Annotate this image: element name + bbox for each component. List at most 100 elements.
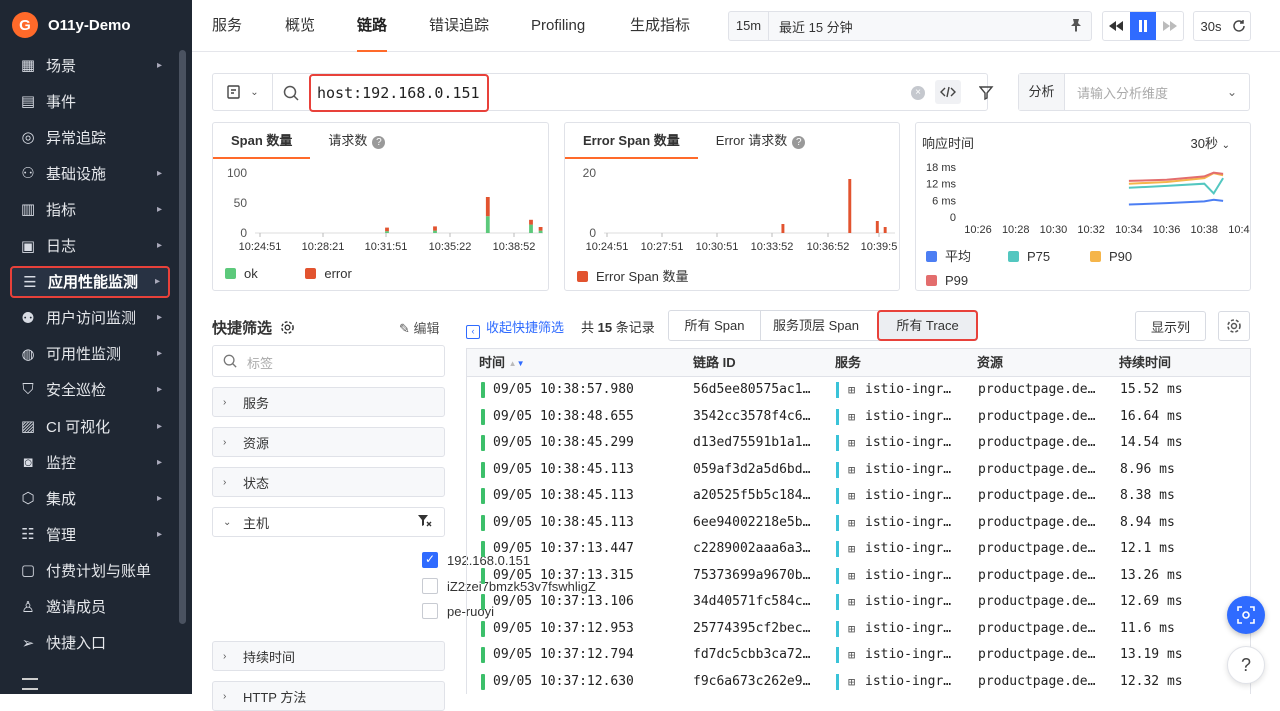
- cell-resource[interactable]: productpage.de…: [978, 377, 1114, 403]
- tab-error-request-count[interactable]: Error 请求数?: [698, 123, 824, 159]
- time-range-quick[interactable]: 15m: [729, 12, 769, 40]
- cell-resource[interactable]: productpage.de…: [978, 669, 1114, 695]
- cell-trace-id[interactable]: fd7dc5cbb3ca72…: [693, 642, 831, 668]
- cell-trace-id[interactable]: 6ee94002218e5b…: [693, 510, 831, 536]
- bar-ok[interactable]: [485, 216, 490, 233]
- refresh-icon[interactable]: [1228, 12, 1250, 40]
- analysis-dimension[interactable]: 分析 请输入分析维度 ⌄: [1018, 73, 1250, 111]
- cell-service[interactable]: istio-ingr…: [865, 642, 973, 668]
- bar-error[interactable]: [433, 226, 437, 231]
- cell-resource[interactable]: productpage.de…: [978, 563, 1114, 589]
- tab-4[interactable]: Profiling: [531, 0, 585, 52]
- bar-ok[interactable]: [433, 230, 437, 233]
- cell-service[interactable]: istio-ingr…: [865, 536, 973, 562]
- rewind-icon[interactable]: [1103, 12, 1130, 40]
- tab-request-count[interactable]: 请求数?: [310, 123, 403, 159]
- legend-ok[interactable]: ok: [244, 266, 258, 281]
- cell-trace-id[interactable]: 34d40571fc584c…: [693, 589, 831, 615]
- table-row[interactable]: 09/05 10:38:45.113 059af3d2a5d6bd… ⊞ istio-…: [467, 457, 1250, 484]
- cell-service[interactable]: istio-ingr…: [865, 404, 973, 430]
- table-row[interactable]: 09/05 10:37:12.953 25774395cf2bec… ⊞ istio-…: [467, 616, 1250, 643]
- cell-resource[interactable]: productpage.de…: [978, 430, 1114, 456]
- cell-resource[interactable]: productpage.de…: [978, 510, 1114, 536]
- table-row[interactable]: 09/05 10:38:48.655 3542cc3578f4c6… ⊞ istio-…: [467, 404, 1250, 431]
- sidebar-item-8[interactable]: ◍ 可用性监测 ▸: [10, 338, 170, 370]
- bar-error[interactable]: [385, 227, 389, 232]
- filter-group-3[interactable]: ⌄ 主机: [212, 507, 445, 537]
- view-service-top-span[interactable]: 服务顶层 Span: [761, 311, 871, 340]
- sidebar-item-10[interactable]: ▨ CI 可视化 ▸: [10, 410, 170, 442]
- help-icon[interactable]: ?: [792, 136, 806, 149]
- cell-service[interactable]: istio-ingr…: [865, 483, 973, 509]
- filter-group-more-1[interactable]: › HTTP 方法: [212, 681, 445, 711]
- cell-service[interactable]: istio-ingr…: [865, 616, 973, 642]
- sidebar-item-6[interactable]: ☰ 应用性能监测 ▸: [10, 265, 170, 298]
- sidebar-item-16[interactable]: ➢ 快捷入口: [10, 627, 170, 659]
- filter-group-2[interactable]: › 状态: [212, 467, 445, 497]
- cell-service[interactable]: istio-ingr…: [865, 669, 973, 695]
- cell-trace-id[interactable]: f9c6a673c262e9…: [693, 669, 831, 695]
- screenshot-fab[interactable]: [1227, 596, 1265, 634]
- sidebar-item-14[interactable]: ▢ 付费计划与账单: [10, 554, 170, 586]
- cell-service[interactable]: istio-ingr…: [865, 589, 973, 615]
- interval-select[interactable]: 30秒 ⌄: [1191, 133, 1230, 152]
- column-duration[interactable]: 持续时间: [1119, 349, 1171, 377]
- cell-service[interactable]: istio-ingr…: [865, 457, 973, 483]
- tab-1[interactable]: 概览: [285, 0, 315, 52]
- column-time[interactable]: 时间 ▲▼: [479, 349, 524, 377]
- cell-trace-id[interactable]: a20525f5b5c184…: [693, 483, 831, 509]
- sidebar-item-12[interactable]: ⬡ 集成 ▸: [10, 482, 170, 514]
- cell-resource[interactable]: productpage.de…: [978, 536, 1114, 562]
- bar-ok[interactable]: [529, 224, 533, 233]
- sort-icon[interactable]: ▲▼: [509, 359, 525, 368]
- menu-collapse-icon[interactable]: [22, 678, 38, 690]
- series-line-0[interactable]: [1128, 198, 1224, 206]
- sidebar-item-2[interactable]: ◎ 异常追踪: [10, 121, 170, 153]
- table-row[interactable]: 09/05 10:38:45.113 6ee94002218e5b… ⊞ istio-…: [467, 510, 1250, 537]
- cell-trace-id[interactable]: d13ed75591b1a1…: [693, 430, 831, 456]
- table-row[interactable]: 09/05 10:38:57.980 56d5ee80575ac1… ⊞ istio-…: [467, 377, 1250, 404]
- pin-icon[interactable]: [1069, 18, 1083, 32]
- sidebar-item-15[interactable]: ♙ 邀请成员: [10, 591, 170, 623]
- sidebar-item-9[interactable]: ⛉ 安全巡检 ▸: [10, 374, 170, 406]
- host-checkbox-2[interactable]: [422, 603, 438, 619]
- filter-group-0[interactable]: › 服务: [212, 387, 445, 417]
- sidebar-item-3[interactable]: ⚇ 基础设施 ▸: [10, 157, 170, 189]
- edit-button[interactable]: ✎ 编辑: [399, 318, 440, 337]
- cell-trace-id[interactable]: 25774395cf2bec…: [693, 616, 831, 642]
- sidebar-scrollbar[interactable]: [179, 50, 186, 624]
- tab-5[interactable]: 生成指标: [630, 0, 690, 52]
- table-row[interactable]: 09/05 10:38:45.299 d13ed75591b1a1… ⊞ istio-…: [467, 430, 1250, 457]
- bar-Error Span 数量[interactable]: [781, 224, 785, 233]
- cell-service[interactable]: istio-ingr…: [865, 430, 973, 456]
- bar-error[interactable]: [538, 227, 543, 231]
- host-checkbox-0[interactable]: ✓: [422, 552, 438, 568]
- host-checkbox-1[interactable]: [422, 577, 438, 594]
- bar-ok[interactable]: [538, 230, 543, 233]
- host-filter-clear-icon[interactable]: [417, 514, 433, 531]
- code-mode-icon[interactable]: [935, 80, 961, 104]
- bar-Error Span 数量[interactable]: [848, 179, 852, 233]
- sidebar-item-4[interactable]: ▥ 指标 ▸: [10, 193, 170, 225]
- cell-trace-id[interactable]: 56d5ee80575ac1…: [693, 377, 831, 403]
- bar-ok[interactable]: [385, 231, 389, 233]
- workspace-name[interactable]: O11y-Demo: [48, 17, 131, 34]
- gear-icon[interactable]: [280, 320, 295, 335]
- table-row[interactable]: 09/05 10:37:12.794 fd7dc5cbb3ca72… ⊞ istio-…: [467, 642, 1250, 669]
- display-columns-button[interactable]: 显示列: [1135, 311, 1206, 341]
- sidebar-item-7[interactable]: ⚉ 用户访问监测 ▸: [10, 302, 170, 334]
- bar-error[interactable]: [485, 197, 490, 217]
- forward-icon[interactable]: [1156, 12, 1183, 40]
- filter-group-1[interactable]: › 资源: [212, 427, 445, 457]
- series-line-3[interactable]: [1128, 171, 1224, 182]
- bar-Error Span 数量[interactable]: [875, 221, 879, 233]
- column-trace-id[interactable]: 链路 ID: [693, 349, 736, 377]
- clear-icon[interactable]: ×: [911, 86, 925, 100]
- table-row[interactable]: 09/05 10:37:13.315 75373699a9670b… ⊞ istio-…: [467, 563, 1250, 590]
- filter-settings-icon[interactable]: [979, 85, 995, 101]
- sidebar-item-13[interactable]: ☷ 管理 ▸: [10, 518, 170, 550]
- cell-resource[interactable]: productpage.de…: [978, 483, 1114, 509]
- pause-icon[interactable]: [1129, 12, 1157, 40]
- legend-item-0[interactable]: 平均: [926, 245, 1008, 269]
- time-range-text[interactable]: 最近 15 分钟: [769, 17, 853, 36]
